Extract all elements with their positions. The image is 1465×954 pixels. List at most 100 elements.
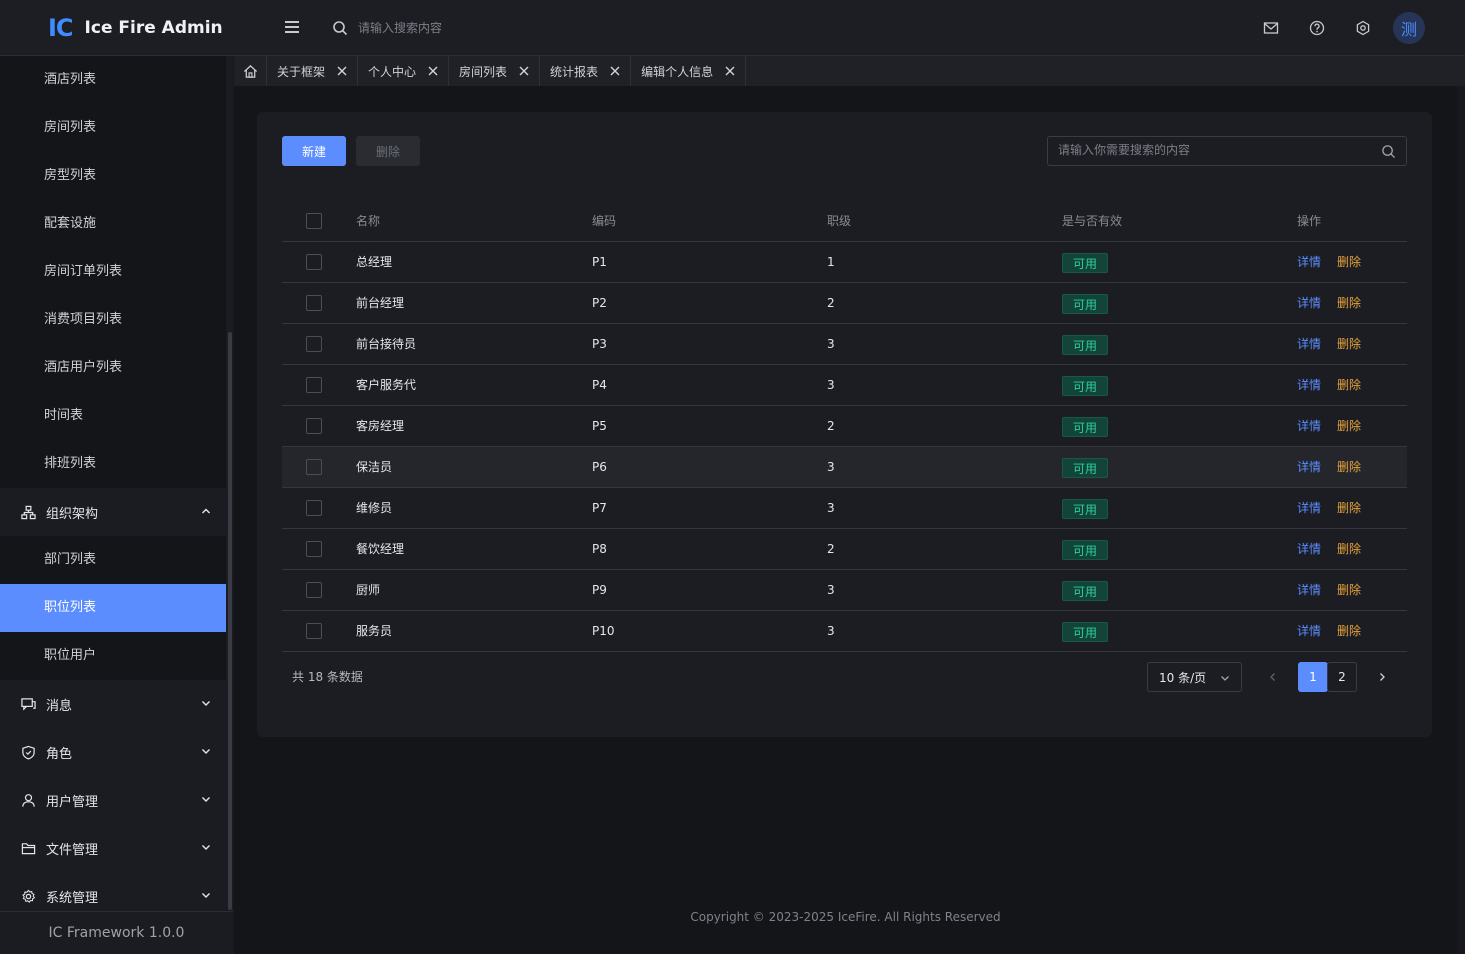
delete-link[interactable]: 删除 — [1337, 624, 1361, 638]
sidebar-group-org[interactable]: 组织架构 — [0, 488, 226, 536]
row-checkbox[interactable] — [306, 541, 322, 557]
next-page-button[interactable] — [1368, 662, 1396, 692]
row-checkbox[interactable] — [306, 582, 322, 598]
table-row[interactable]: 客房经理 P5 2 可用 详情 删除 — [282, 406, 1407, 447]
sidebar-item-room-orders[interactable]: 房间订单列表 — [0, 248, 226, 296]
sidebar-group-file-management[interactable]: 文件管理 — [0, 824, 226, 872]
cell-valid: 可用 — [1062, 488, 1109, 528]
page-size-select[interactable]: 10 条/页 — [1147, 662, 1242, 692]
global-search-input[interactable] — [358, 21, 578, 35]
search-icon[interactable] — [332, 20, 348, 36]
logo-mark: IC — [48, 14, 74, 42]
row-checkbox[interactable] — [306, 459, 322, 475]
table-row[interactable]: 前台经理 P2 2 可用 详情 删除 — [282, 283, 1407, 324]
cell-level: 2 — [827, 419, 835, 433]
copyright-footer: Copyright © 2023-2025 IceFire. All Right… — [690, 910, 1001, 924]
sidebar-item-room-type-list[interactable]: 房型列表 — [0, 152, 226, 200]
delete-link[interactable]: 删除 — [1337, 337, 1361, 351]
sidebar-item-consumption-items[interactable]: 消费项目列表 — [0, 296, 226, 344]
delete-link[interactable]: 删除 — [1337, 542, 1361, 556]
detail-link[interactable]: 详情 — [1297, 583, 1321, 597]
prev-page-button[interactable] — [1259, 662, 1287, 692]
sidebar-group-label: 文件管理 — [46, 842, 99, 858]
app-logo[interactable]: IC Ice Fire Admin — [48, 14, 223, 42]
cell-name: 客房经理 — [356, 419, 405, 433]
status-badge: 可用 — [1062, 580, 1109, 601]
row-checkbox[interactable] — [306, 254, 322, 270]
page-button-2[interactable]: 2 — [1327, 662, 1357, 692]
detail-link[interactable]: 详情 — [1297, 542, 1321, 556]
new-button[interactable]: 新建 — [282, 136, 346, 166]
close-icon[interactable] — [519, 66, 529, 76]
avatar[interactable]: 测 — [1393, 12, 1425, 44]
select-all-checkbox[interactable] — [306, 213, 322, 229]
delete-link[interactable]: 删除 — [1337, 378, 1361, 392]
table-row[interactable]: 总经理 P1 1 可用 详情 删除 — [282, 242, 1407, 283]
tab-about-framework[interactable]: 关于框架 — [267, 56, 359, 86]
search-icon[interactable] — [1381, 144, 1396, 159]
sidebar-item-hotel-list[interactable]: 酒店列表 — [0, 56, 226, 104]
sidebar-group-role[interactable]: 角色 — [0, 728, 226, 776]
detail-link[interactable]: 详情 — [1297, 501, 1321, 515]
table-row[interactable]: 厨师 P9 3 可用 详情 删除 — [282, 570, 1407, 611]
table-row[interactable]: 客户服务代 P4 3 可用 详情 删除 — [282, 365, 1407, 406]
sidebar-scrollbar-thumb[interactable] — [228, 332, 232, 910]
close-icon[interactable] — [428, 66, 438, 76]
cell-ops: 详情 删除 — [1297, 283, 1361, 323]
menu-toggle-icon[interactable] — [282, 18, 302, 38]
page-size-value: 10 条/页 — [1159, 670, 1207, 685]
detail-link[interactable]: 详情 — [1297, 419, 1321, 433]
table-row[interactable]: 维修员 P7 3 可用 详情 删除 — [282, 488, 1407, 529]
row-checkbox[interactable] — [306, 418, 322, 434]
tab-edit-profile[interactable]: 编辑个人信息 — [631, 56, 747, 86]
delete-link[interactable]: 删除 — [1337, 419, 1361, 433]
detail-link[interactable]: 详情 — [1297, 337, 1321, 351]
help-icon[interactable] — [1301, 12, 1333, 44]
detail-link[interactable]: 详情 — [1297, 460, 1321, 474]
table-search-input[interactable] — [1058, 143, 1358, 157]
row-checkbox[interactable] — [306, 336, 322, 352]
tab-statistics-report[interactable]: 统计报表 — [540, 56, 632, 86]
mail-icon[interactable] — [1255, 12, 1287, 44]
delete-link[interactable]: 删除 — [1337, 460, 1361, 474]
settings-icon[interactable] — [1347, 12, 1379, 44]
table-row[interactable]: 服务员 P10 3 可用 详情 删除 — [282, 611, 1407, 652]
table-row[interactable]: 前台接待员 P3 3 可用 详情 删除 — [282, 324, 1407, 365]
sidebar-item-hotel-users[interactable]: 酒店用户列表 — [0, 344, 226, 392]
sidebar-item-department-list[interactable]: 部门列表 — [0, 536, 226, 584]
row-checkbox[interactable] — [306, 377, 322, 393]
table-row[interactable]: 餐饮经理 P8 2 可用 详情 删除 — [282, 529, 1407, 570]
delete-link[interactable]: 删除 — [1337, 296, 1361, 310]
detail-link[interactable]: 详情 — [1297, 296, 1321, 310]
sidebar-item-timetable[interactable]: 时间表 — [0, 392, 226, 440]
row-checkbox[interactable] — [306, 500, 322, 516]
sidebar-group-user-management[interactable]: 用户管理 — [0, 776, 226, 824]
table-row[interactable]: 保洁员 P6 3 可用 详情 删除 — [282, 447, 1407, 488]
tab-personal-center[interactable]: 个人中心 — [358, 56, 450, 86]
detail-link[interactable]: 详情 — [1297, 378, 1321, 392]
sidebar-item-room-list[interactable]: 房间列表 — [0, 104, 226, 152]
delete-link[interactable]: 删除 — [1337, 501, 1361, 515]
sidebar-item-position-list[interactable]: 职位列表 — [0, 584, 226, 632]
detail-link[interactable]: 详情 — [1297, 624, 1321, 638]
delete-link[interactable]: 删除 — [1337, 583, 1361, 597]
detail-link[interactable]: 详情 — [1297, 255, 1321, 269]
total-count: 共 18 条数据 — [292, 670, 363, 684]
row-checkbox[interactable] — [306, 623, 322, 639]
status-badge: 可用 — [1062, 375, 1109, 396]
user-icon — [20, 792, 36, 808]
page-button-1[interactable]: 1 — [1298, 662, 1328, 692]
row-checkbox[interactable] — [306, 295, 322, 311]
sidebar-item-position-users[interactable]: 职位用户 — [0, 632, 226, 680]
chevron-down-icon — [202, 701, 210, 706]
close-icon[interactable] — [610, 66, 620, 76]
close-icon[interactable] — [725, 66, 735, 76]
close-icon[interactable] — [337, 66, 347, 76]
status-badge: 可用 — [1062, 539, 1109, 560]
sidebar-group-message[interactable]: 消息 — [0, 680, 226, 728]
delete-link[interactable]: 删除 — [1337, 255, 1361, 269]
sidebar-item-shift-list[interactable]: 排班列表 — [0, 440, 226, 488]
tab-room-list[interactable]: 房间列表 — [449, 56, 541, 86]
tab-home[interactable] — [234, 56, 267, 86]
sidebar-item-facilities[interactable]: 配套设施 — [0, 200, 226, 248]
